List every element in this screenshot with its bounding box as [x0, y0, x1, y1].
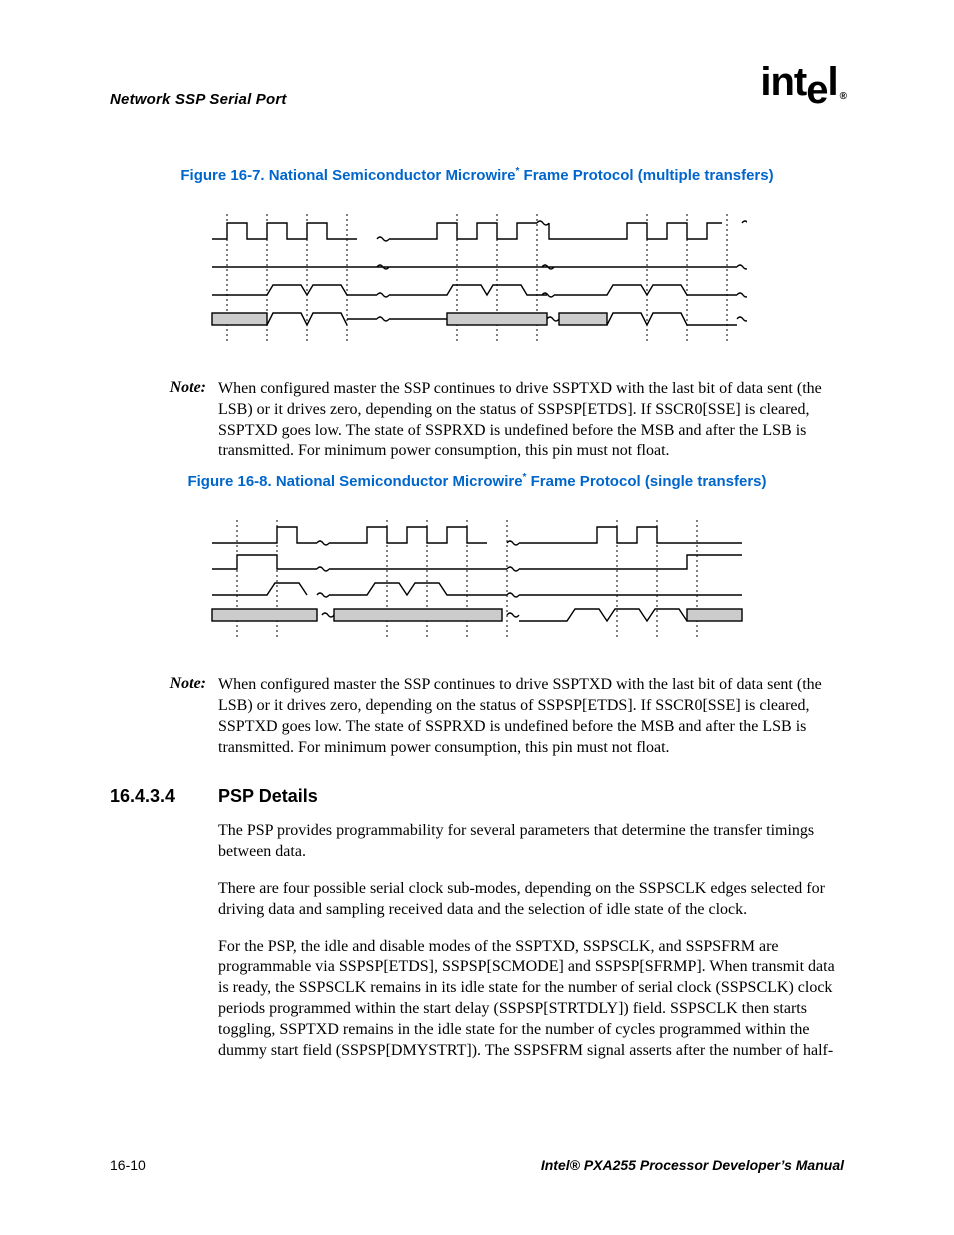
fig8-suffix: Frame Protocol (single transfers): [526, 473, 766, 490]
running-title: Network SSP Serial Port: [110, 91, 287, 108]
section-number: 16.4.3.4: [110, 786, 218, 807]
note-body: When configured master the SSP continues…: [218, 675, 844, 758]
section-heading: 16.4.3.4 PSP Details: [110, 786, 844, 807]
section-title: PSP Details: [218, 786, 318, 807]
note-label: Note:: [110, 379, 218, 462]
note-2: Note: When configured master the SSP con…: [110, 675, 844, 758]
fig7-suffix: Frame Protocol (multiple transfers): [519, 167, 773, 184]
timing-diagram-single: [207, 515, 747, 645]
page-footer: 16-10 Intel® PXA255 Processor Developer’…: [110, 1157, 844, 1173]
paragraph-1: The PSP provides programmability for sev…: [218, 821, 844, 863]
page-number: 16-10: [110, 1157, 146, 1173]
paragraph-3: For the PSP, the idle and disable modes …: [218, 937, 844, 1062]
fig7-prefix: Figure 16-7. National Semiconductor Micr…: [180, 167, 515, 184]
fig8-prefix: Figure 16-8. National Semiconductor Micr…: [187, 473, 522, 490]
page-content: Figure 16-7. National Semiconductor Micr…: [110, 166, 844, 1061]
manual-title: Intel® PXA255 Processor Developer’s Manu…: [541, 1157, 844, 1173]
figure-16-7-caption: Figure 16-7. National Semiconductor Micr…: [110, 166, 844, 184]
intel-logo: intel®: [760, 60, 844, 105]
note-1: Note: When configured master the SSP con…: [110, 379, 844, 462]
timing-diagram-multiple: [207, 209, 747, 349]
running-header: Network SSP Serial Port intel®: [110, 80, 844, 108]
figure-16-8-caption: Figure 16-8. National Semiconductor Micr…: [110, 472, 844, 490]
note-label: Note:: [110, 675, 218, 758]
note-body: When configured master the SSP continues…: [218, 379, 844, 462]
paragraph-2: There are four possible serial clock sub…: [218, 879, 844, 921]
